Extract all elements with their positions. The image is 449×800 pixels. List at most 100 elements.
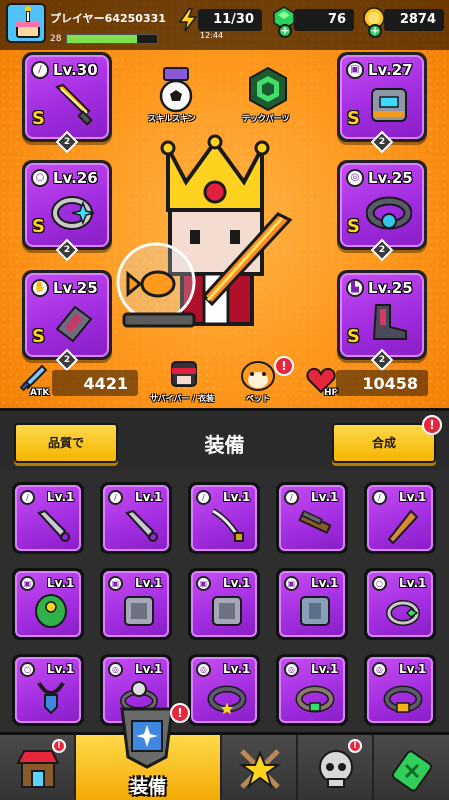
- pet-alert-badge: !: [274, 356, 294, 376]
- item-type-icon: /: [20, 490, 35, 505]
- slot-stars: 2: [63, 137, 71, 147]
- skill-skin-label: スキルスキン: [148, 114, 196, 123]
- equip-slot-boots[interactable]: ▙ Lv.25 S 2: [337, 270, 427, 372]
- item-level: Lv.1: [223, 662, 251, 676]
- equip-slot-frame: ▙ Lv.25 S: [340, 273, 424, 357]
- equip-slot-weapon[interactable]: / Lv.30 S 2: [22, 52, 112, 154]
- equip-slot-frame: / Lv.30 S: [25, 55, 109, 139]
- gem-counter[interactable]: 76: [294, 9, 354, 31]
- nav-battle[interactable]: [222, 735, 298, 800]
- slot-level: Lv.25: [368, 279, 413, 297]
- add-gems-icon[interactable]: +: [278, 24, 292, 38]
- item-level: Lv.1: [223, 490, 251, 504]
- energy-timer: 12:44: [200, 31, 224, 40]
- inventory-item-frame: / Lv.1: [191, 485, 257, 551]
- atk-stat: 4421: [52, 370, 138, 396]
- inventory-item[interactable]: ○ Lv.1: [12, 654, 84, 726]
- inventory-item[interactable]: ◎ Lv.1: [188, 654, 260, 726]
- equip-slot-frame: ◎ Lv.25 S: [340, 163, 424, 247]
- inventory-item[interactable]: ○ Lv.1: [364, 568, 436, 640]
- nav-evolve[interactable]: !: [298, 735, 374, 800]
- inventory-item-frame: / Lv.1: [279, 485, 345, 551]
- dog-pet-icon[interactable]: [240, 358, 276, 392]
- equip-slot-frame: ▣ Lv.27 S: [340, 55, 424, 139]
- item-type-icon: ◎: [196, 662, 211, 677]
- atk-value: 4421: [83, 374, 128, 393]
- glove-type-icon: ✋: [31, 279, 49, 297]
- belt-type-icon: ◎: [346, 169, 364, 187]
- inventory-item[interactable]: ▣ Lv.1: [188, 568, 260, 640]
- energy-counter[interactable]: 11/30: [198, 9, 262, 31]
- equip-slot-armor[interactable]: ▣ Lv.27 S 2: [337, 52, 427, 154]
- swords-star-icon: [238, 749, 282, 789]
- xp-bar: [66, 34, 158, 44]
- inventory-item-frame: ◎ Lv.1: [279, 657, 345, 723]
- item-type-icon: ○: [372, 576, 387, 591]
- slot-grade: S: [347, 108, 360, 129]
- slot-level: Lv.30: [53, 61, 98, 79]
- plate-armor-icon: [124, 596, 154, 626]
- tech-parts-label: テックパーツ: [242, 114, 290, 123]
- hero-panel: プレイヤー64250331 28 11/30 12:44 76 + 2874 +: [0, 0, 449, 408]
- lightning-icon: [178, 8, 198, 32]
- equip-slot-belt[interactable]: ◎ Lv.25 S 2: [337, 160, 427, 262]
- katana-icon: [211, 508, 244, 542]
- coin-counter[interactable]: 2874: [384, 9, 444, 31]
- inventory-item-frame: ▣ Lv.1: [103, 571, 169, 637]
- inventory-item-frame: ○ Lv.1: [15, 657, 81, 723]
- vest-armor-icon: [300, 596, 330, 626]
- gem-belt-icon: [295, 685, 335, 713]
- inventory-item[interactable]: ◎ Lv.1: [276, 654, 348, 726]
- survivor-character[interactable]: [112, 134, 318, 356]
- item-type-icon: ◎: [108, 662, 123, 677]
- inventory-item[interactable]: / Lv.1: [12, 482, 84, 554]
- nav-shop[interactable]: !: [0, 735, 76, 800]
- cake-frosting: [16, 22, 40, 27]
- item-type-icon: /: [108, 490, 123, 505]
- inventory-item[interactable]: ▣ Lv.1: [12, 568, 84, 640]
- inventory-item-frame: ▣ Lv.1: [15, 571, 81, 637]
- item-level: Lv.1: [311, 576, 339, 590]
- player-name: プレイヤー64250331: [50, 12, 166, 25]
- inventory-item[interactable]: ▣ Lv.1: [100, 568, 172, 640]
- slot-grade: S: [32, 326, 45, 347]
- inventory-item-frame: ◎ Lv.1: [367, 657, 433, 723]
- gold-belt-icon: [383, 685, 423, 713]
- bat-icon: [387, 509, 419, 545]
- kunai-icon: [37, 509, 70, 542]
- coin-value: 2874: [399, 12, 436, 27]
- armor-type-icon: ▣: [346, 61, 364, 79]
- inventory-item[interactable]: ◎ Lv.1: [364, 654, 436, 726]
- item-level: Lv.1: [399, 490, 427, 504]
- merge-button[interactable]: 合成: [332, 423, 436, 463]
- slot-stars: 2: [63, 245, 71, 255]
- inventory-item[interactable]: / Lv.1: [100, 482, 172, 554]
- tech-parts-icon[interactable]: [246, 66, 290, 112]
- inventory-item-frame: / Lv.1: [15, 485, 81, 551]
- gem-value: 76: [327, 12, 346, 27]
- inventory-item[interactable]: ▣ Lv.1: [276, 568, 348, 640]
- inventory-item-frame: ▣ Lv.1: [191, 571, 257, 637]
- nav-lab[interactable]: [374, 735, 449, 800]
- inventory-item[interactable]: / Lv.1: [276, 482, 348, 554]
- slot-stars: 2: [378, 137, 386, 147]
- survivor-outfit-icon[interactable]: [168, 358, 200, 390]
- equip-slot-necklace[interactable]: ○ Lv.26 S 2: [22, 160, 112, 262]
- boots-icon: [372, 304, 407, 340]
- nav-equipment[interactable]: ! 装備: [76, 703, 222, 800]
- inventory-item[interactable]: / Lv.1: [188, 482, 260, 554]
- sword-icon: [55, 83, 93, 126]
- avatar[interactable]: [6, 3, 46, 43]
- soccer-ball-icon[interactable]: [154, 66, 198, 114]
- skull-icon: [319, 750, 353, 788]
- inventory-item-frame: ○ Lv.1: [367, 571, 433, 637]
- star-belt-icon: [207, 685, 247, 714]
- add-coins-icon[interactable]: +: [368, 24, 382, 38]
- merge-alert-badge: !: [422, 415, 442, 435]
- atk-label: ATK: [30, 388, 50, 398]
- inventory-item-frame: / Lv.1: [367, 485, 433, 551]
- kunai-icon: [125, 509, 158, 542]
- equip-slot-gloves[interactable]: ✋ Lv.25 S 2: [22, 270, 112, 372]
- inventory-item[interactable]: / Lv.1: [364, 482, 436, 554]
- item-level: Lv.1: [47, 576, 75, 590]
